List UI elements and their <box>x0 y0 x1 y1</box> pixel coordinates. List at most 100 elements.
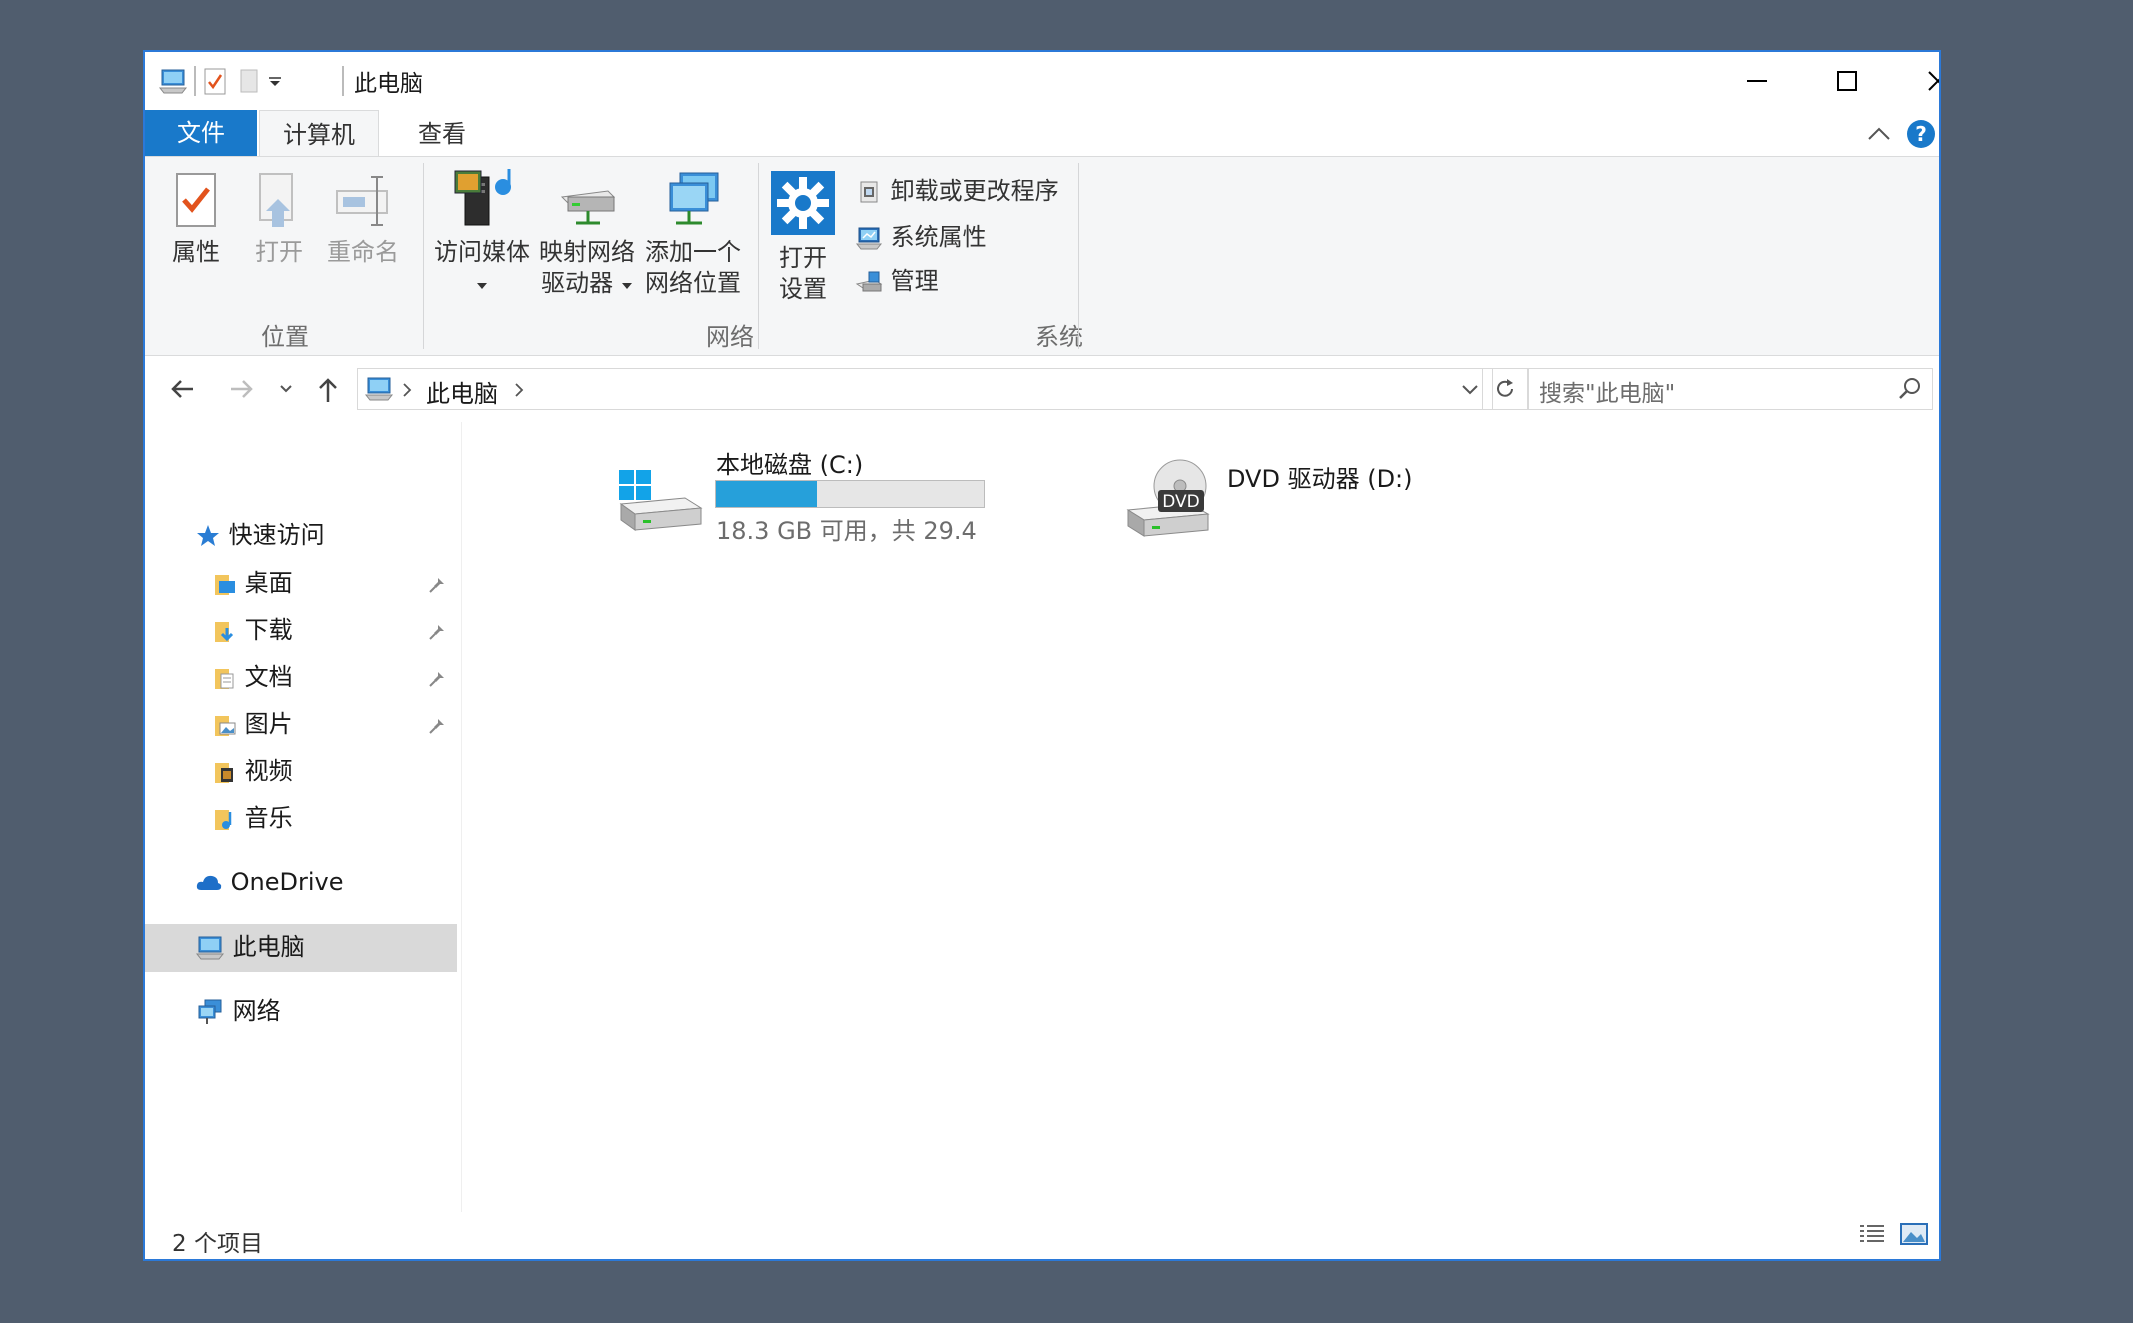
navigation-pane: 快速访问 桌面 下载 文档 图片 视频 音乐 OneDrive 此电脑 网络 <box>145 422 461 1212</box>
help-icon[interactable]: ? <box>1907 120 1935 148</box>
tab-file[interactable]: 文件 <box>145 110 257 156</box>
tab-computer[interactable]: 计算机 <box>259 110 379 158</box>
group-label-system: 系统 <box>1035 323 1083 351</box>
drive-name: DVD 驱动器 (D:) <box>1227 465 1413 493</box>
network-drive-icon <box>560 190 616 225</box>
maximize-icon <box>1837 71 1857 91</box>
recent-locations-chevron-icon[interactable] <box>277 376 295 406</box>
forward-arrow-icon[interactable] <box>227 376 255 406</box>
dvd-drive-icon: DVD <box>1126 459 1210 537</box>
group-label-location: 位置 <box>261 323 309 351</box>
system-properties-button[interactable]: 系统属性 <box>855 217 987 252</box>
breadcrumb-chevron-icon[interactable] <box>512 380 526 400</box>
access-media-button[interactable]: 访问媒体 <box>433 167 531 299</box>
open-button[interactable]: 打开 <box>247 171 311 268</box>
computer-management-icon <box>855 271 883 292</box>
back-arrow-icon[interactable] <box>169 376 197 406</box>
breadcrumb-chevron-icon[interactable] <box>400 380 414 400</box>
drive-usage-bar <box>715 480 985 508</box>
navigation-bar: 此电脑 搜索"此电脑" <box>145 356 1939 422</box>
new-folder-icon[interactable] <box>237 66 261 96</box>
onedrive-cloud-icon <box>196 875 222 890</box>
add-location-label-line1: 添加一个 <box>645 238 741 266</box>
item-count: 2 个项目 <box>172 1231 263 1257</box>
pictures-folder-icon <box>215 716 236 736</box>
star-icon <box>197 525 219 546</box>
windows-drive-icon <box>619 470 703 531</box>
rename-button[interactable]: 重命名 <box>323 171 403 268</box>
network-location-icon <box>669 172 719 225</box>
rename-icon <box>336 176 388 226</box>
nav-item-label: 桌面 <box>244 569 293 597</box>
search-input[interactable]: 搜索"此电脑" <box>1539 374 1675 408</box>
drive-name: 本地磁盘 (C:) <box>716 451 864 479</box>
videos-folder-icon <box>215 763 233 783</box>
nav-item-label: 文档 <box>244 663 293 691</box>
desktop-folder-icon <box>215 575 235 595</box>
window-title: 此电脑 <box>354 71 423 97</box>
minimize-button[interactable] <box>1712 52 1802 110</box>
nav-item-label: 图片 <box>244 710 293 738</box>
nav-this-pc[interactable]: 此电脑 <box>195 924 305 970</box>
large-icons-view-icon[interactable] <box>1899 1220 1929 1252</box>
pin-icon[interactable] <box>428 574 448 598</box>
close-button[interactable] <box>1893 52 1939 110</box>
up-arrow-icon[interactable] <box>315 376 341 408</box>
nav-item-videos[interactable]: 视频 <box>213 748 293 794</box>
nav-item-music[interactable]: 音乐 <box>213 795 293 841</box>
uninstall-icon <box>860 181 878 203</box>
address-history-chevron-icon[interactable] <box>1459 380 1481 400</box>
nav-item-label: 音乐 <box>244 804 293 832</box>
map-drive-label-line2-wrap: 驱动器 <box>537 268 637 299</box>
system-properties-icon <box>855 227 883 250</box>
nav-item-documents[interactable]: 文档 <box>213 654 293 700</box>
tab-view[interactable]: 查看 <box>389 110 495 158</box>
refresh-icon <box>1497 379 1513 397</box>
map-drive-label-line2: 驱动器 <box>541 269 614 297</box>
manage-button[interactable]: 管理 <box>855 261 939 296</box>
nav-item-desktop[interactable]: 桌面 <box>213 560 293 606</box>
maximize-button[interactable] <box>1802 52 1892 110</box>
nav-onedrive[interactable]: OneDrive <box>195 859 344 905</box>
open-settings-label-line1: 打开 <box>779 244 827 272</box>
collapse-ribbon-icon[interactable] <box>1865 122 1893 150</box>
downloads-folder-icon <box>215 622 234 642</box>
computer-icon <box>195 936 225 960</box>
properties-check-icon[interactable] <box>202 66 228 96</box>
documents-folder-icon <box>215 669 234 689</box>
address-bar[interactable]: 此电脑 <box>357 368 1493 410</box>
add-network-location-button[interactable]: 添加一个 网络位置 <box>641 167 745 299</box>
nav-onedrive-label: OneDrive <box>230 868 344 896</box>
pin-icon[interactable] <box>428 715 448 739</box>
media-server-icon <box>454 169 511 226</box>
nav-network-label: 网络 <box>232 997 281 1025</box>
add-location-label-line2: 网络位置 <box>645 269 741 297</box>
close-icon <box>1928 71 1939 91</box>
nav-quick-access[interactable]: 快速访问 <box>195 512 325 558</box>
uninstall-programs-button[interactable]: 卸载或更改程序 <box>855 171 1059 206</box>
properties-button[interactable]: 属性 <box>163 171 229 268</box>
nav-item-pictures[interactable]: 图片 <box>213 701 293 747</box>
minimize-icon <box>1747 80 1767 82</box>
nav-network[interactable]: 网络 <box>195 988 281 1034</box>
customize-dropdown-icon[interactable] <box>265 66 285 96</box>
search-icon[interactable] <box>1897 376 1923 402</box>
drive-usage-fill <box>716 481 818 507</box>
refresh-button[interactable] <box>1482 368 1528 410</box>
access-media-label: 访问媒体 <box>434 238 530 266</box>
details-view-icon[interactable] <box>1857 1220 1887 1252</box>
nav-item-downloads[interactable]: 下载 <box>213 607 293 653</box>
nav-quick-access-label: 快速访问 <box>228 521 325 549</box>
computer-icon[interactable] <box>158 66 188 96</box>
settings-gear-icon <box>771 171 835 235</box>
search-box[interactable]: 搜索"此电脑" <box>1528 368 1933 410</box>
properties-label: 属性 <box>172 238 220 266</box>
pin-icon[interactable] <box>428 668 448 692</box>
pane-divider[interactable] <box>461 422 462 1212</box>
rename-label: 重命名 <box>327 238 399 266</box>
map-network-drive-button[interactable]: 映射网络 驱动器 <box>537 167 637 299</box>
pin-icon[interactable] <box>428 621 448 645</box>
drive-free-space: 18.3 GB 可用，共 29.4 <box>716 517 977 545</box>
open-settings-button[interactable]: 打开 设置 <box>767 171 839 305</box>
breadcrumb-this-pc[interactable]: 此电脑 <box>426 374 498 409</box>
